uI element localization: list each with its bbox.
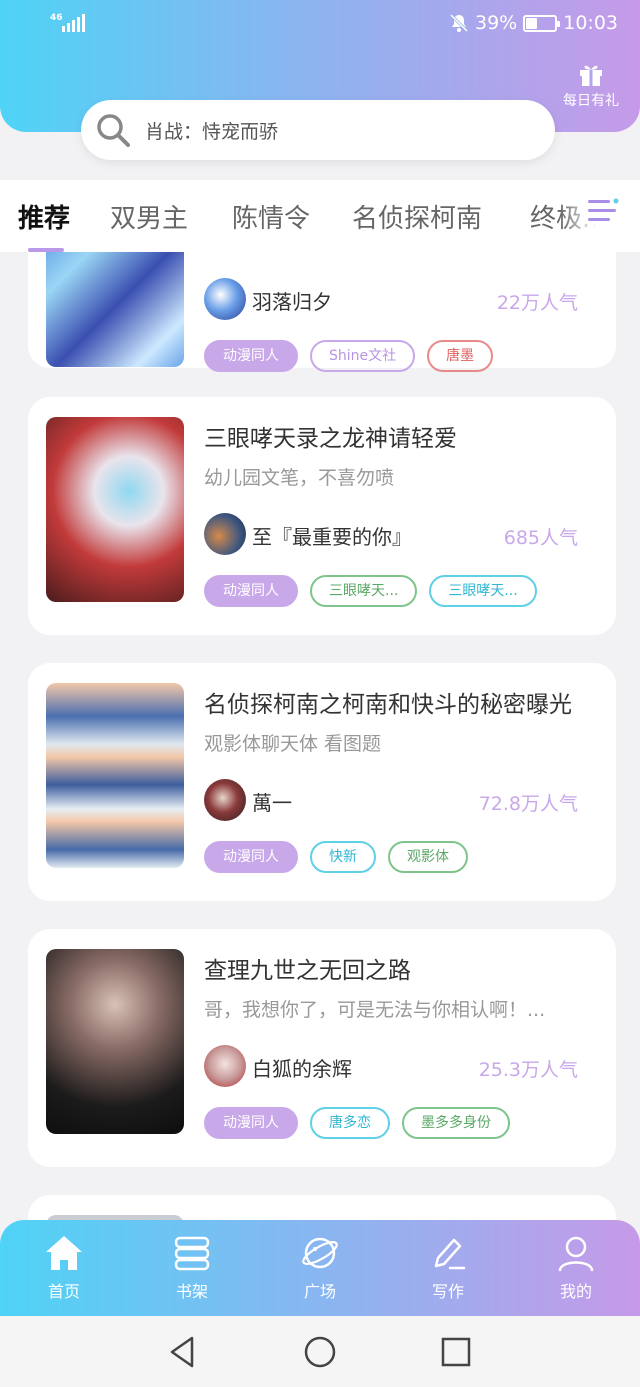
user-icon: [558, 1236, 594, 1272]
tag[interactable]: Shine文社: [310, 340, 416, 372]
author-avatar: [204, 513, 246, 555]
mute-bell-icon: [449, 13, 469, 33]
story-cover: [46, 949, 184, 1134]
network-type: 46: [50, 13, 63, 23]
tag[interactable]: 唐多恋: [310, 1107, 390, 1139]
story-card[interactable]: [28, 1195, 616, 1220]
nav-me-label: 我的: [559, 1282, 592, 1301]
tag[interactable]: 墨多多身份: [402, 1107, 510, 1139]
search-placeholder: 肖战：恃宠而骄: [145, 120, 279, 143]
tag[interactable]: 唐墨: [427, 340, 494, 372]
tag[interactable]: 快新: [310, 841, 376, 873]
author-name: 至『最重要的你』: [252, 525, 412, 549]
popularity: 22万人气: [496, 292, 578, 314]
story-card[interactable]: 羽落归夕 22万人气 动漫同人 Shine文社 唐墨: [28, 252, 616, 372]
author-name: 萬一: [252, 791, 292, 815]
pen-icon: [434, 1238, 466, 1270]
tab-recommend[interactable]: 推荐: [18, 198, 70, 235]
tab-double-male[interactable]: 双男主: [110, 198, 188, 235]
nav-square[interactable]: 广场: [280, 1234, 360, 1302]
tag[interactable]: 动漫同人: [204, 1107, 298, 1139]
planet-icon: [302, 1237, 338, 1269]
tag-list: 动漫同人 Shine文社 唐墨: [204, 340, 494, 372]
story-card[interactable]: 名侦探柯南之柯南和快斗的秘密曝光 观影体聊天体 看图题 萬一 72.8万人气 动…: [28, 663, 616, 901]
tag[interactable]: 观影体: [388, 841, 468, 873]
story-description: 哥，我想你了，可是无法与你相认啊！...: [204, 999, 546, 1021]
nav-square-label: 广场: [303, 1282, 336, 1301]
battery-icon: [523, 14, 561, 32]
category-menu-icon[interactable]: [586, 194, 620, 228]
nav-home-label: 首页: [47, 1282, 80, 1301]
daily-gift-button[interactable]: 每日有礼: [556, 60, 626, 110]
nav-write-label: 写作: [431, 1282, 464, 1301]
tag[interactable]: 三眼哮天...: [429, 575, 537, 607]
battery-percent: 39%: [475, 12, 518, 34]
story-description: 观影体聊天体 看图题: [204, 733, 382, 755]
tag[interactable]: 动漫同人: [204, 340, 298, 372]
gift-icon: [580, 65, 602, 86]
tag[interactable]: 动漫同人: [204, 841, 298, 873]
story-title: 三眼哮天录之龙神请轻爱: [204, 426, 457, 452]
author-avatar: [204, 278, 246, 320]
author-name: 白狐的余辉: [252, 1057, 352, 1081]
status-bar: 46 39% 10:03: [0, 0, 640, 48]
bottom-navigation: 首页 书架 广场 写作 我的: [0, 1220, 640, 1316]
story-cover: [46, 683, 184, 868]
story-cover: [46, 252, 184, 367]
recents-icon[interactable]: [438, 1334, 474, 1370]
battery-level: [526, 17, 538, 29]
story-card[interactable]: 查理九世之无回之路 哥，我想你了，可是无法与你相认啊！... 白狐的余辉 25.…: [28, 929, 616, 1167]
search-icon: [91, 108, 135, 152]
story-description: 幼儿园文笔，不喜勿喷: [204, 467, 395, 489]
nav-home[interactable]: 首页: [24, 1234, 104, 1302]
nav-bookshelf[interactable]: 书架: [152, 1234, 232, 1302]
author-name: 羽落归夕: [252, 290, 332, 314]
tab-chenqingling[interactable]: 陈情令: [232, 198, 310, 235]
tag[interactable]: 三眼哮天...: [310, 575, 418, 607]
tag-list: 动漫同人 快新 观影体: [204, 841, 468, 873]
popularity: 72.8万人气: [478, 793, 578, 815]
signal-icon: [62, 14, 85, 32]
home-icon: [46, 1236, 82, 1270]
story-cover: [46, 417, 184, 602]
nav-me[interactable]: 我的: [536, 1234, 616, 1302]
search-bar[interactable]: 肖战：恃宠而骄: [81, 100, 555, 160]
clock: 10:03: [563, 12, 618, 34]
author-avatar: [204, 779, 246, 821]
tab-detective-conan[interactable]: 名侦探柯南: [352, 198, 482, 235]
gift-label: 每日有礼: [563, 93, 619, 109]
story-feed: 羽落归夕 22万人气 动漫同人 Shine文社 唐墨 三眼哮天录之龙神请轻爱 幼…: [0, 252, 640, 1220]
popularity: 25.3万人气: [478, 1059, 578, 1081]
nav-bookshelf-label: 书架: [175, 1282, 208, 1301]
category-tabs: 推荐 双男主 陈情令 名侦探柯南 终极...: [0, 180, 640, 252]
tag[interactable]: 动漫同人: [204, 575, 298, 607]
nav-write[interactable]: 写作: [408, 1234, 488, 1302]
popularity: 685人气: [503, 527, 578, 549]
system-navigation-bar: [0, 1316, 640, 1387]
tag-list: 动漫同人 三眼哮天... 三眼哮天...: [204, 575, 537, 607]
home-circle-icon[interactable]: [302, 1334, 338, 1370]
story-card[interactable]: 三眼哮天录之龙神请轻爱 幼儿园文笔，不喜勿喷 至『最重要的你』 685人气 动漫…: [28, 397, 616, 635]
story-title: 名侦探柯南之柯南和快斗的秘密曝光: [204, 692, 572, 718]
author-avatar: [204, 1045, 246, 1087]
story-title: 查理九世之无回之路: [204, 958, 411, 984]
bookshelf-icon: [174, 1236, 210, 1271]
tag-list: 动漫同人 唐多恋 墨多多身份: [204, 1107, 510, 1139]
back-icon[interactable]: [164, 1334, 200, 1370]
